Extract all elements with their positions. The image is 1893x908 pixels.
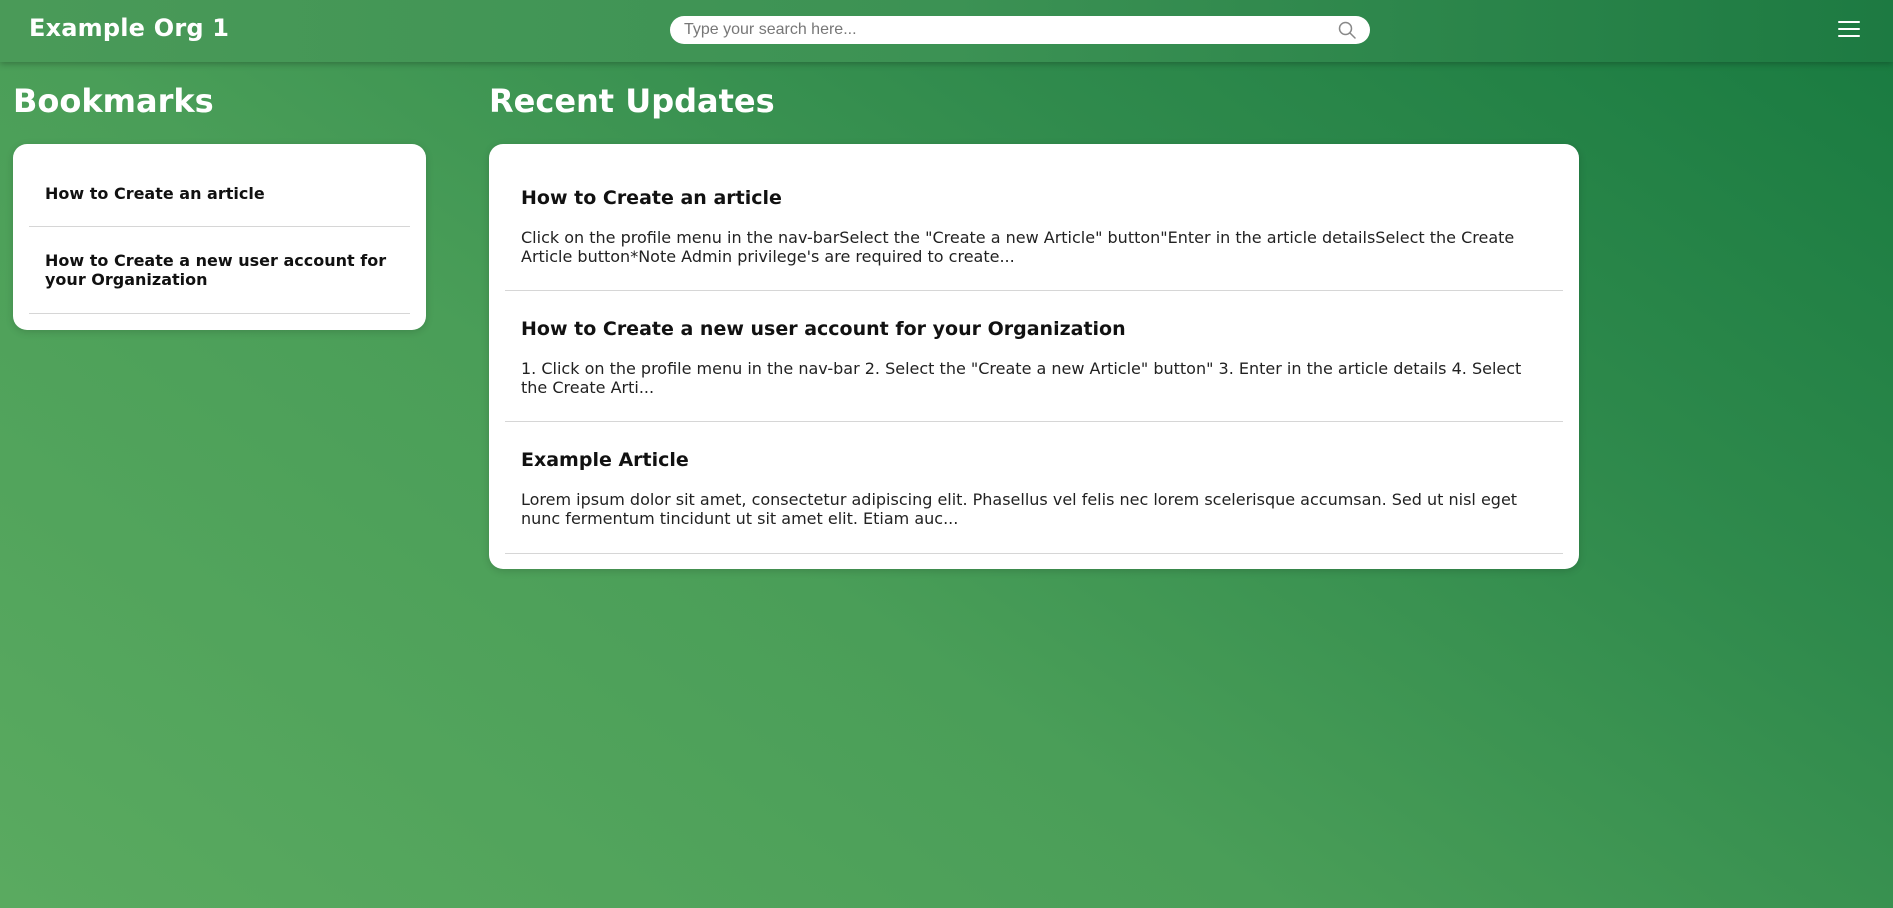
bookmark-item[interactable]: How to Create an article xyxy=(29,144,410,227)
bookmarks-card: How to Create an article How to Create a… xyxy=(13,144,426,330)
search-icon[interactable] xyxy=(1338,21,1356,39)
update-excerpt: 1. Click on the profile menu in the nav-… xyxy=(521,359,1522,397)
bookmark-label[interactable]: How to Create an article xyxy=(45,184,390,203)
top-navbar: Example Org 1 xyxy=(0,0,1893,62)
hamburger-menu-icon[interactable] xyxy=(1838,21,1860,39)
update-item[interactable]: How to Create a new user account for you… xyxy=(505,291,1563,422)
recent-updates-heading: Recent Updates xyxy=(489,82,775,120)
update-excerpt: Lorem ipsum dolor sit amet, consectetur … xyxy=(521,490,1518,528)
bookmark-item[interactable]: How to Create a new user account for you… xyxy=(29,227,410,314)
bookmarks-heading: Bookmarks xyxy=(13,82,214,120)
recent-updates-card: How to Create an article Click on the pr… xyxy=(489,144,1579,569)
update-title[interactable]: How to Create an article xyxy=(521,187,782,209)
bookmark-label[interactable]: How to Create a new user account for you… xyxy=(45,251,390,289)
org-name[interactable]: Example Org 1 xyxy=(29,14,229,42)
search-bar[interactable] xyxy=(670,16,1370,44)
update-title[interactable]: Example Article xyxy=(521,449,689,471)
search-input[interactable] xyxy=(684,16,1324,44)
update-item[interactable]: How to Create an article Click on the pr… xyxy=(505,144,1563,291)
update-item[interactable]: Example Article Lorem ipsum dolor sit am… xyxy=(505,422,1563,554)
update-title[interactable]: How to Create a new user account for you… xyxy=(521,318,1126,340)
update-excerpt: Click on the profile menu in the nav-bar… xyxy=(521,228,1515,266)
